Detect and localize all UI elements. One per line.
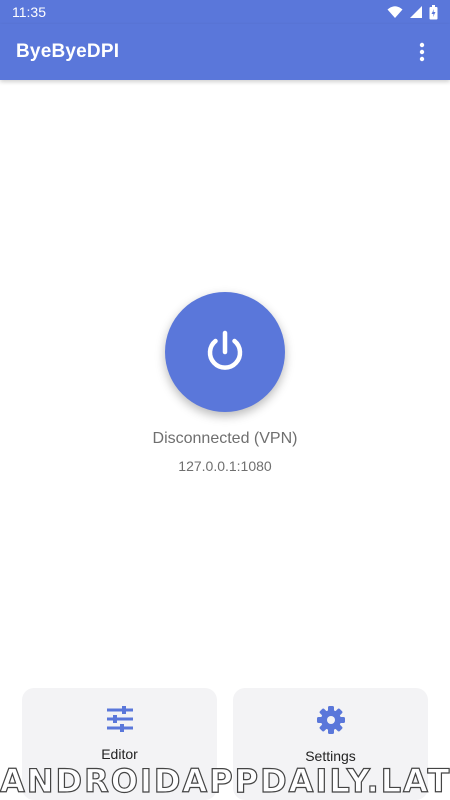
signal-icon [410,6,422,18]
status-icons [387,4,438,20]
battery-icon [429,4,438,19]
wifi-icon [387,6,403,18]
power-icon [207,330,243,370]
editor-label: Editor [101,746,138,762]
status-time: 11:35 [12,4,46,20]
connection-status: Disconnected (VPN) [152,430,298,447]
app-bar: ByeByeDPI [0,24,450,80]
tune-icon [106,706,133,732]
watermark-text: ANDROIDAPPDAILY.LAT [0,761,450,800]
more-vert-icon [419,42,425,62]
status-bar: 11:35 [0,0,450,24]
power-button[interactable] [165,292,285,412]
proxy-address: 127.0.0.1:1080 [178,458,272,474]
connection-panel: Disconnected (VPN) 127.0.0.1:1080 [0,292,450,474]
gear-icon [316,706,345,734]
app-title: ByeByeDPI [16,41,120,62]
overflow-menu-button[interactable] [402,32,442,72]
